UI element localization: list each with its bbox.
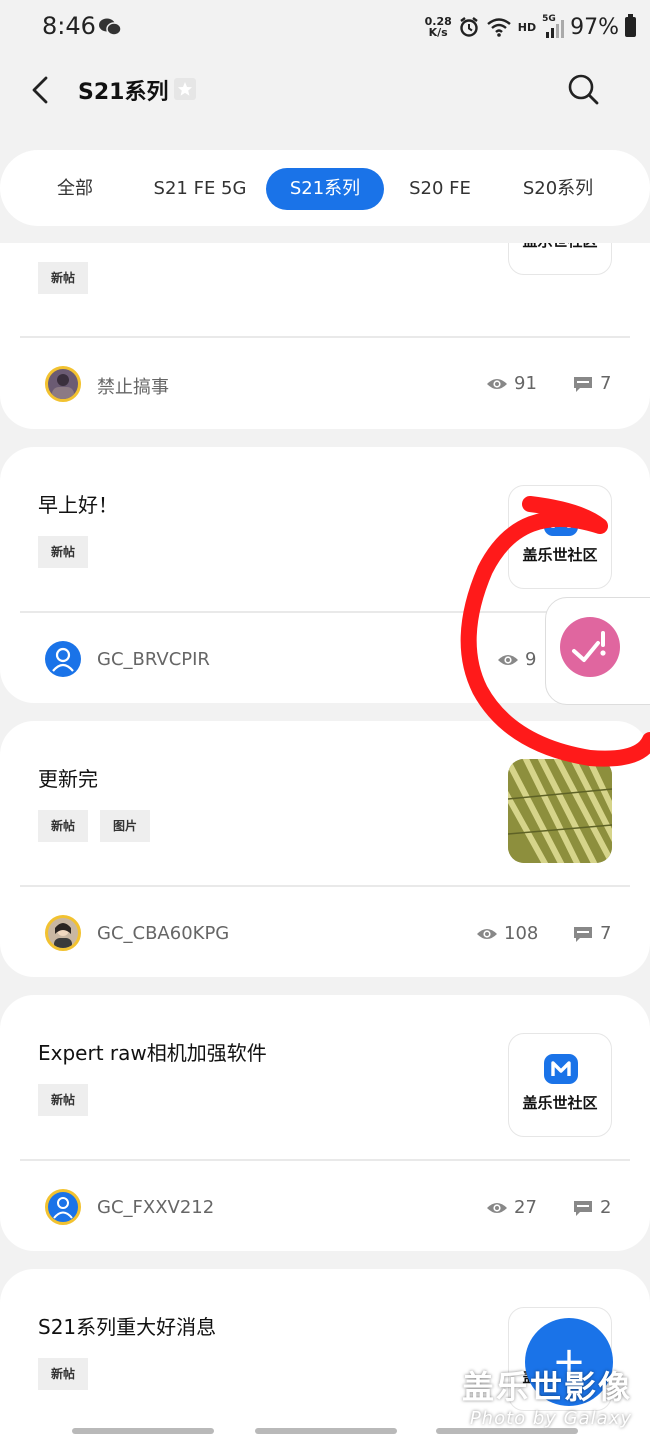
divider [20,336,630,338]
hd-label: HD [517,20,537,34]
avatar[interactable] [45,641,81,677]
status-indicators: 0.28 K/s HD 5G 97% [425,12,636,42]
wechat-icon [99,18,122,36]
post-card[interactable]: Expert raw相机加强软件 新帖 盖乐世社区 GC_FXXV212 27 … [0,995,650,1251]
tab-s21-series[interactable]: S21系列 [266,168,384,210]
divider [20,885,630,887]
divider [20,611,630,613]
signal-icon: 5G [542,14,565,38]
comment-count: 7 [600,923,612,944]
battery-percent: 97% [570,14,619,40]
post-thumbnail: 盖乐世社区 [508,485,612,589]
wifi-icon [486,18,511,37]
divider [20,1159,630,1161]
favorite-star-icon[interactable] [174,78,196,100]
post-feed[interactable]: 新帖 盖乐世社区 禁止搞事 91 7 早上好！ 新帖 盖乐世社区 G [0,243,650,1444]
post-title[interactable]: 早上好！ [38,489,118,518]
tag-new: 新帖 [38,1358,89,1390]
network-speed: 0.28 K/s [424,15,452,39]
battery-icon [625,14,636,37]
author-name[interactable]: 禁止搞事 [97,373,169,399]
view-count: 108 [504,923,539,944]
post-thumbnail: 盖乐世社区 [508,243,612,275]
tag-image: 图片 [100,810,151,842]
eye-icon [498,655,518,665]
post-title[interactable]: Expert raw相机加强软件 [38,1037,267,1066]
author-name[interactable]: GC_FXXV212 [97,1197,214,1218]
view-count: 9 [525,649,537,670]
view-count: 27 [514,1197,537,1218]
tag-new: 新帖 [38,1084,89,1116]
status-bar: 8:46 0.28 K/s HD 5G 97% [0,0,650,56]
photo-watermark: 盖乐世影像 Photo by Galaxy [461,1368,632,1429]
avatar[interactable] [45,366,81,402]
avatar[interactable] [45,915,81,951]
app-header: S21系列 [0,56,650,126]
galaxy-community-logo-icon [544,1054,578,1084]
thumbnail-caption: 盖乐世社区 [509,243,611,251]
post-title[interactable]: S21系列重大好消息 [38,1311,216,1340]
thumbnail-caption: 盖乐世社区 [522,546,598,564]
tab-s21-fe-5g[interactable]: S21 FE 5G [140,168,260,210]
tag-new: 新帖 [38,536,89,568]
comment-count: 7 [600,373,612,394]
post-card[interactable]: 更新完 新帖 图片 GC_CBA60KPG 108 7 [0,721,650,977]
eye-icon [487,1203,507,1213]
status-time: 8:46 [42,12,96,40]
nav-gesture-handle [72,1428,214,1434]
author-name[interactable]: GC_BRVCPIR [97,649,210,670]
page-title: S21系列 [78,80,169,105]
eye-icon [487,379,507,389]
author-name[interactable]: GC_CBA60KPG [97,923,229,944]
back-arrow-icon[interactable] [26,72,56,108]
tab-s20-fe[interactable]: S20 FE [396,168,484,210]
view-count: 91 [514,373,537,394]
search-icon[interactable] [566,72,600,106]
post-card[interactable]: 新帖 盖乐世社区 禁止搞事 91 7 [0,243,650,429]
post-thumbnail: 盖乐世社区 [508,1033,612,1137]
checkin-icon [560,617,620,677]
tag-new: 新帖 [38,262,89,294]
comment-icon [574,1201,592,1216]
category-tabbar: 全部 S21 FE 5G S21系列 S20 FE S20系列 [0,150,650,226]
post-title[interactable]: 更新完 [38,763,98,792]
alarm-icon [460,17,478,37]
galaxy-community-logo-icon [544,506,578,536]
tag-new: 新帖 [38,810,89,842]
thumbnail-caption: 盖乐世社区 [522,1094,598,1112]
post-image-thumbnail[interactable] [508,759,612,863]
floating-checkin-widget[interactable] [545,597,650,705]
avatar[interactable] [45,1189,81,1225]
eye-icon [477,929,497,939]
nav-gesture-handle [255,1428,397,1434]
comment-count: 2 [600,1197,612,1218]
tab-all[interactable]: 全部 [40,168,110,210]
comment-icon [574,377,592,392]
comment-icon [574,927,592,942]
nav-gesture-handle [436,1428,578,1434]
tab-s20-series[interactable]: S20系列 [506,168,610,210]
